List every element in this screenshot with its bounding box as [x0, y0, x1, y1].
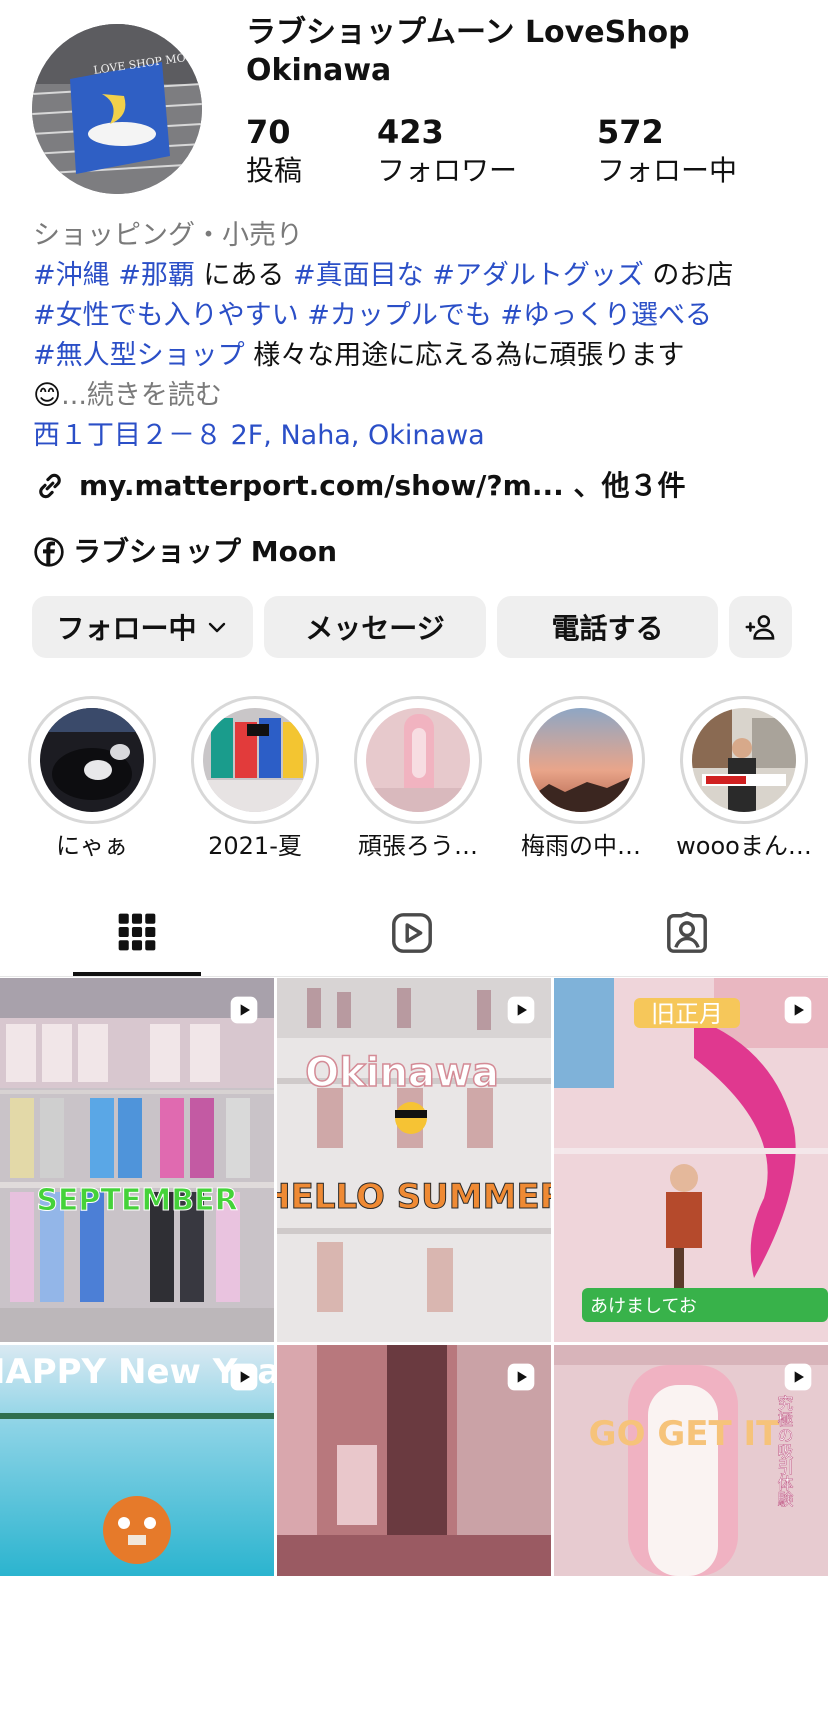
message-button[interactable]: メッセージ	[264, 596, 486, 658]
stat-posts-count: 70	[246, 113, 291, 151]
bio-text: のお店	[643, 260, 734, 291]
play-icon	[784, 996, 812, 1024]
highlight-4[interactable]	[517, 696, 645, 824]
post-thumbnail-3[interactable]: 旧正月 あけましてお	[554, 978, 828, 1342]
post-thumbnail-4[interactable]: HAPPY New Year	[0, 1345, 274, 1709]
tab-posts[interactable]	[115, 910, 159, 958]
post-overlay-text: SEPTEMBER	[36, 1183, 237, 1218]
post-image: SEPTEMBER	[0, 978, 274, 1342]
bio-line-4: 😊...続きを読む	[33, 376, 813, 416]
highlight-summer-thumbnail	[203, 708, 307, 812]
play-icon	[230, 996, 258, 1024]
bio-line-3: #無人型ショップ 様々な用途に応える為に頑張ります	[33, 336, 813, 376]
call-button-label: 電話する	[551, 612, 664, 645]
add-person-icon	[745, 615, 774, 640]
tab-tagged[interactable]	[664, 910, 710, 960]
profile-avatar[interactable]: LOVE SHOP MOON	[32, 24, 202, 194]
bio: ショッピング・小売り #沖縄 #那覇 にある #真面目な #アダルトグッズ のお…	[33, 216, 813, 456]
bio-line-1: #沖縄 #那覇 にある #真面目な #アダルトグッズ のお店	[33, 256, 813, 296]
website-link-text: my.matterport.com/show/?m... 、他３件	[79, 469, 686, 502]
smile-emoji-icon: 😊	[33, 380, 62, 411]
bio-text: 様々な用途に応える為に頑張ります	[244, 340, 685, 371]
post-badge-text: 旧正月	[651, 1000, 723, 1028]
highlight-office-thumbnail	[692, 708, 796, 812]
store-sign-image: LOVE SHOP MOON	[32, 24, 202, 194]
website-link[interactable]: my.matterport.com/show/?m... 、他３件	[33, 466, 686, 506]
address-link[interactable]: 西１丁目２－８ 2F, Naha, Okinawa	[33, 416, 813, 456]
highlight-2[interactable]	[191, 696, 319, 824]
chevron-down-icon	[208, 622, 225, 633]
play-icon	[784, 1363, 812, 1391]
bio-category: ショッピング・小売り	[33, 220, 303, 251]
bio-text: にある	[194, 260, 294, 291]
link-icon	[39, 473, 61, 499]
stat-followers-count: 423	[377, 113, 444, 151]
bio-ellipsis: ...	[61, 380, 87, 411]
facebook-link[interactable]: ラブショップ Moon	[33, 532, 337, 572]
stat-followers-label: フォロワー	[377, 154, 518, 187]
highlight-1[interactable]	[28, 696, 156, 824]
highlight-3[interactable]	[354, 696, 482, 824]
post-caption-text: あけましてお	[590, 1296, 697, 1317]
post-overlay-text: Okinawa	[305, 1050, 499, 1096]
highlight-sunset-thumbnail	[529, 708, 633, 812]
post-image: 旧正月 あけましてお	[554, 978, 828, 1342]
highlight-5-label: woooまん…	[676, 832, 812, 860]
highlight-3-label: 頑張ろう…	[358, 832, 478, 860]
stat-following[interactable]: 572 フォロー中	[597, 112, 737, 190]
hashtag-link[interactable]: #沖縄 #那覇	[33, 260, 195, 291]
suggest-people-button[interactable]	[729, 596, 792, 658]
stat-following-label: フォロー中	[597, 154, 738, 187]
highlight-4-label: 梅雨の中…	[521, 832, 641, 860]
post-image: Okinawa HELLO SUMMER	[277, 978, 551, 1342]
tagged-icon	[667, 911, 707, 953]
highlight-2-label: 2021-夏	[208, 832, 302, 860]
grid-icon	[118, 913, 156, 951]
facebook-icon	[34, 537, 64, 567]
bio-line-2: #女性でも入りやすい #カップルでも #ゆっくり選べる	[33, 296, 813, 336]
message-button-label: メッセージ	[305, 612, 445, 645]
tab-divider	[0, 976, 828, 977]
hashtag-link[interactable]: #女性でも入りやすい #カップルでも #ゆっくり選べる	[33, 300, 712, 331]
play-icon	[507, 996, 535, 1024]
play-icon	[230, 1363, 258, 1391]
stat-posts-label: 投稿	[246, 154, 303, 187]
play-icon	[507, 1363, 535, 1391]
post-thumbnail-2[interactable]: Okinawa HELLO SUMMER	[277, 978, 551, 1342]
post-thumbnail-6[interactable]: GO GET IT 究極の吸引体験	[554, 1345, 828, 1709]
stat-followers[interactable]: 423 フォロワー	[377, 112, 517, 190]
following-button[interactable]: フォロー中	[32, 596, 253, 658]
highlight-pink-thumbnail	[366, 708, 470, 812]
hashtag-link[interactable]: #真面目な #アダルトグッズ	[293, 260, 644, 291]
post-thumbnail-1[interactable]: SEPTEMBER	[0, 978, 274, 1342]
post-thumbnail-5[interactable]	[277, 1345, 551, 1709]
profile-name: ラブショップムーン LoveShop Okinawa	[246, 15, 690, 88]
highlight-cat-thumbnail	[40, 708, 144, 812]
call-button[interactable]: 電話する	[497, 596, 718, 658]
tab-reels[interactable]	[389, 910, 435, 960]
post-overlay-text-2: HELLO SUMMER	[277, 1177, 551, 1217]
reels-icon	[392, 913, 432, 953]
read-more-link[interactable]: 続きを読む	[87, 380, 222, 411]
post-overlay-text: GO GET IT	[589, 1414, 780, 1454]
stat-posts[interactable]: 70 投稿	[246, 112, 302, 190]
facebook-link-text: ラブショップ Moon	[73, 535, 338, 568]
following-button-label: フォロー中	[56, 612, 197, 645]
highlight-5[interactable]	[680, 696, 808, 824]
stat-following-count: 572	[597, 113, 664, 151]
post-side-text: 究極の吸引体験	[775, 1395, 794, 1507]
hashtag-link[interactable]: #無人型ショップ	[33, 340, 245, 371]
highlight-1-label: にゃぁ	[56, 832, 128, 860]
